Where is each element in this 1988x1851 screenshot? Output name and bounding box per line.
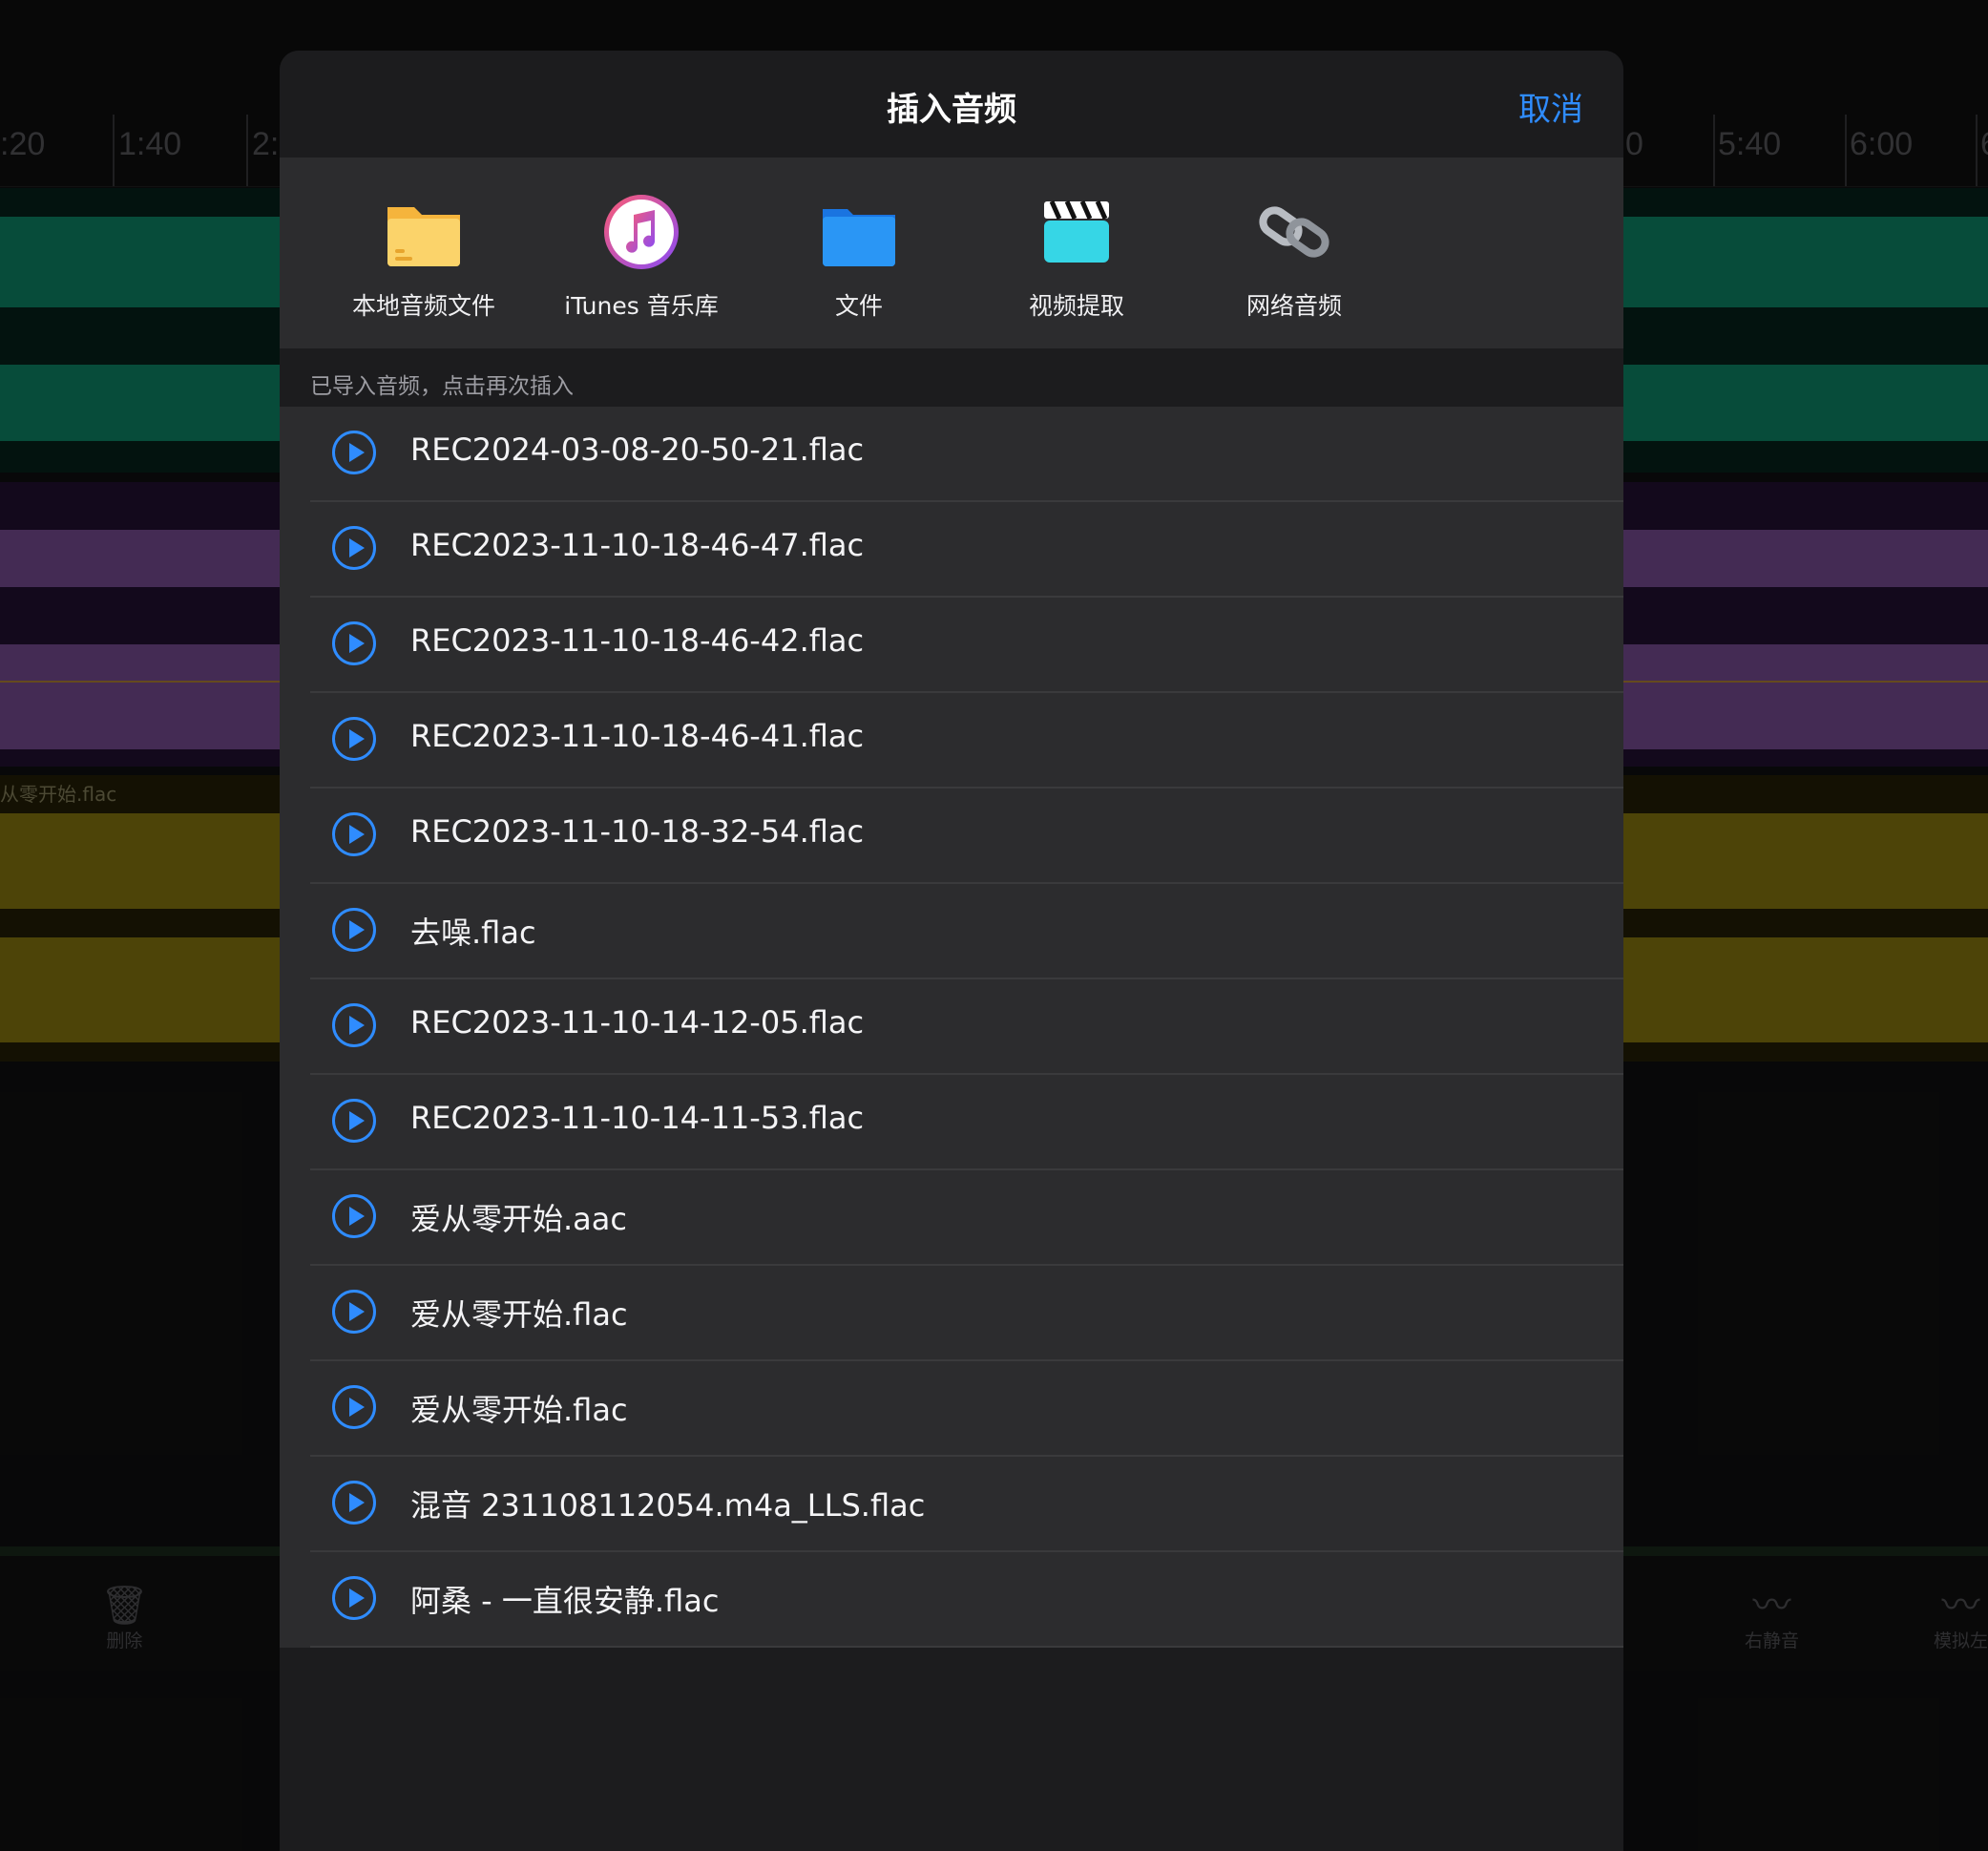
folder-icon xyxy=(386,194,462,270)
audio-file-row[interactable]: REC2024-03-08-20-50-21.flac xyxy=(280,407,1623,502)
audio-file-row[interactable]: REC2023-11-10-18-46-41.flac xyxy=(280,693,1623,789)
audio-file-row[interactable]: REC2023-11-10-14-12-05.flac xyxy=(280,979,1623,1075)
audio-file-name: 去噪.flac xyxy=(410,915,536,951)
audio-file-name: 爱从零开始.aac xyxy=(410,1201,627,1237)
itunes-icon xyxy=(603,194,680,270)
audio-file-row[interactable]: 爱从零开始.flac xyxy=(280,1266,1623,1361)
audio-file-name: 爱从零开始.flac xyxy=(410,1296,628,1333)
sheet-footer xyxy=(280,1648,1623,1851)
play-icon[interactable] xyxy=(332,1385,376,1429)
audio-file-name: REC2023-11-10-14-11-53.flac xyxy=(410,1100,865,1136)
play-icon[interactable] xyxy=(332,1003,376,1047)
audio-file-name: REC2023-11-10-18-46-47.flac xyxy=(410,527,865,563)
audio-file-name: REC2023-11-10-18-46-41.flac xyxy=(410,718,865,754)
audio-file-name: REC2023-11-10-14-12-05.flac xyxy=(410,1004,865,1041)
play-icon[interactable] xyxy=(332,621,376,665)
video-clapper-icon xyxy=(1038,194,1115,270)
audio-file-row[interactable]: 阿桑 - 一直很安静.flac xyxy=(280,1552,1623,1648)
source-label: iTunes 音乐库 xyxy=(564,292,719,320)
play-icon[interactable] xyxy=(332,908,376,952)
play-icon[interactable] xyxy=(332,812,376,856)
play-icon[interactable] xyxy=(332,1194,376,1238)
sheet-title: 插入音频 xyxy=(887,91,1016,129)
play-icon[interactable] xyxy=(332,717,376,761)
cancel-button[interactable]: 取消 xyxy=(1518,83,1583,130)
sheet-header: 插入音频 取消 xyxy=(280,51,1623,158)
audio-file-name: REC2023-11-10-18-46-42.flac xyxy=(410,622,865,659)
audio-sources: 本地音频文件 iTunes 音乐库 文件 视频提取 网络音频 xyxy=(280,158,1623,348)
source-label: 网络音频 xyxy=(1245,292,1342,320)
source-itunes-library[interactable]: iTunes 音乐库 xyxy=(546,194,737,322)
audio-file-name: 混音 231108112054.m4a_LLS.flac xyxy=(410,1487,926,1524)
audio-file-name: REC2024-03-08-20-50-21.flac xyxy=(410,431,865,468)
play-icon[interactable] xyxy=(332,526,376,570)
files-icon xyxy=(821,194,897,270)
play-icon[interactable] xyxy=(332,1290,376,1334)
source-label: 本地音频文件 xyxy=(351,292,495,320)
source-network-audio[interactable]: 网络音频 xyxy=(1199,194,1390,322)
play-icon[interactable] xyxy=(332,431,376,474)
audio-file-row[interactable]: 去噪.flac xyxy=(280,884,1623,979)
audio-file-row[interactable]: 爱从零开始.flac xyxy=(280,1361,1623,1457)
play-icon[interactable] xyxy=(332,1576,376,1620)
link-icon xyxy=(1256,194,1332,270)
insert-audio-sheet: 插入音频 取消 本地音频文件 iTunes 音乐库 文件 视频提取 网络音频 已… xyxy=(280,51,1623,1851)
play-icon[interactable] xyxy=(332,1481,376,1525)
source-video-extract[interactable]: 视频提取 xyxy=(981,194,1172,322)
audio-file-row[interactable]: REC2023-11-10-18-32-54.flac xyxy=(280,789,1623,884)
source-local-audio[interactable]: 本地音频文件 xyxy=(328,194,519,322)
audio-file-row[interactable]: 爱从零开始.aac xyxy=(280,1170,1623,1266)
audio-file-row[interactable]: REC2023-11-10-18-46-42.flac xyxy=(280,598,1623,693)
audio-file-name: 爱从零开始.flac xyxy=(410,1392,628,1428)
audio-file-name: 阿桑 - 一直很安静.flac xyxy=(410,1583,720,1619)
imported-audio-list: REC2024-03-08-20-50-21.flac REC2023-11-10… xyxy=(280,407,1623,1648)
source-files[interactable]: 文件 xyxy=(764,194,954,322)
section-header: 已导入音频，点击再次插入 xyxy=(280,348,1623,406)
audio-file-name: REC2023-11-10-18-32-54.flac xyxy=(410,813,865,850)
source-label: 视频提取 xyxy=(1028,292,1124,320)
audio-file-row[interactable]: 混音 231108112054.m4a_LLS.flac xyxy=(280,1457,1623,1552)
play-icon[interactable] xyxy=(332,1099,376,1143)
section-title: 已导入音频，点击再次插入 xyxy=(310,374,574,399)
audio-file-row[interactable]: REC2023-11-10-18-46-47.flac xyxy=(280,502,1623,598)
source-label: 文件 xyxy=(834,292,883,320)
audio-file-row[interactable]: REC2023-11-10-14-11-53.flac xyxy=(280,1075,1623,1170)
